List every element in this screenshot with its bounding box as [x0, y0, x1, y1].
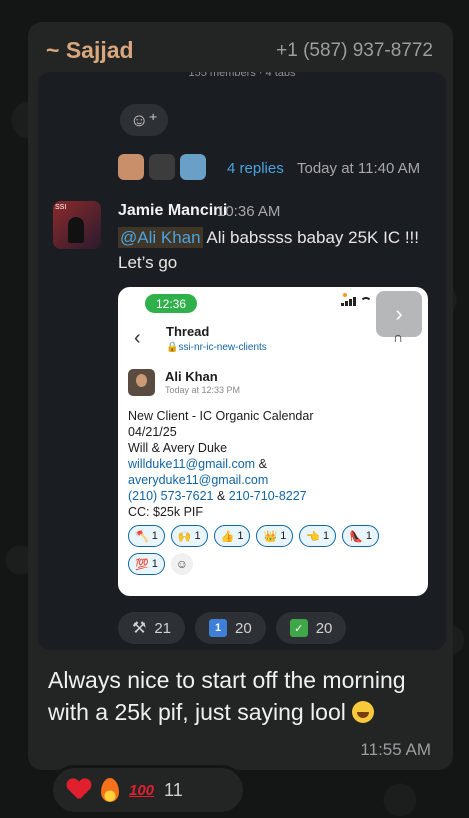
phone-link: (210) 573-7621	[128, 489, 214, 503]
add-reaction-icon[interactable]: ☺⁺	[120, 104, 168, 136]
raised-hands-reaction: 🙌 1	[170, 525, 208, 547]
signal-icon	[341, 297, 356, 306]
message-caption: Always nice to start off the morning wit…	[48, 667, 406, 725]
avatar	[118, 154, 144, 180]
reply-avatars	[118, 154, 206, 180]
slack-reactions: ⚒ 21 1 20 ✓ 20	[118, 612, 347, 644]
hammer-reaction[interactable]: ⚒ 21	[118, 612, 186, 644]
status-icons	[341, 297, 372, 306]
avatar	[180, 154, 206, 180]
check-box-icon: ✓	[289, 619, 308, 637]
message-time: 11:55 AM	[360, 740, 431, 759]
replies-link[interactable]: 4 replies	[227, 160, 284, 177]
hammer-icon: ⚒	[132, 620, 147, 637]
message-text-2: Let’s go	[118, 253, 178, 272]
heart-icon	[67, 779, 91, 801]
status-clock: 12:36	[145, 294, 197, 313]
message-time: 10:36 AM	[217, 203, 281, 220]
mention-link[interactable]: @Ali Khan	[118, 227, 203, 248]
message-body: Ali babssss babay 25K IC !!!	[206, 228, 419, 247]
reply-timestamp: Today at 11:40 AM	[297, 160, 421, 177]
shoe-reaction: 👠 1	[342, 525, 379, 547]
thumbs-up-reaction: 👍 1	[213, 525, 251, 547]
hundred-icon: 100	[129, 781, 155, 799]
sender-phone[interactable]: +1 (587) 937-8772	[276, 40, 433, 62]
fire-icon	[101, 778, 119, 802]
reaction-chips-row2: 💯 1 ☺	[128, 553, 193, 575]
laughing-emoji-icon	[352, 701, 375, 723]
avatar	[149, 154, 175, 180]
post-time: Today at 12:33 PM	[165, 385, 241, 395]
partial-header-text: 155 members · 4 tabs	[188, 72, 296, 79]
back-icon: ‹	[134, 327, 141, 349]
thread-title: Thread	[166, 324, 210, 339]
slack-screenshot[interactable]: 155 members · 4 tabs ☺⁺ 4 replies Today …	[38, 72, 446, 650]
post-author: Ali Khan	[165, 369, 218, 384]
image-attachment[interactable]: 12:36 › ‹ Thread 🔒ssi-nr-ic-new-clients …	[118, 287, 428, 596]
sender-name[interactable]: ~ Sajjad	[46, 37, 134, 64]
headphones-icon: ∩	[393, 329, 404, 345]
message-text: @Ali Khan Ali babssss babay 25K IC !!!	[118, 227, 419, 248]
reaction-chips: 🪓 1 🙌 1 👍 1 👑 1 👈 1 👠 1	[128, 525, 428, 547]
avatar	[128, 369, 155, 396]
phone-link: 210-710-8227	[228, 489, 307, 503]
message-reactions[interactable]: 100 11	[50, 765, 246, 815]
one-reaction[interactable]: 1 20	[195, 612, 266, 644]
hundred-reaction: 💯 1	[128, 553, 165, 575]
thread-channel: 🔒ssi-nr-ic-new-clients	[166, 342, 267, 353]
axe-reaction: 🪓 1	[128, 525, 165, 547]
email-link: averyduke11@gmail.com	[128, 473, 269, 487]
one-keycap-icon: 1	[209, 619, 228, 637]
add-reaction-icon: ☺	[170, 553, 193, 575]
reaction-count: 11	[164, 779, 183, 800]
check-reaction[interactable]: ✓ 20	[275, 612, 347, 644]
post-body: New Client - IC Organic Calendar 04/21/2…	[128, 408, 418, 520]
point-reaction: 👈 1	[299, 525, 337, 547]
avatar[interactable]: SSI	[53, 201, 101, 249]
email-link: willduke11@gmail.com	[128, 457, 256, 471]
message-author[interactable]: Jamie Mancini	[118, 202, 227, 220]
crown-reaction: 👑 1	[256, 525, 294, 547]
wifi-icon	[360, 297, 372, 306]
